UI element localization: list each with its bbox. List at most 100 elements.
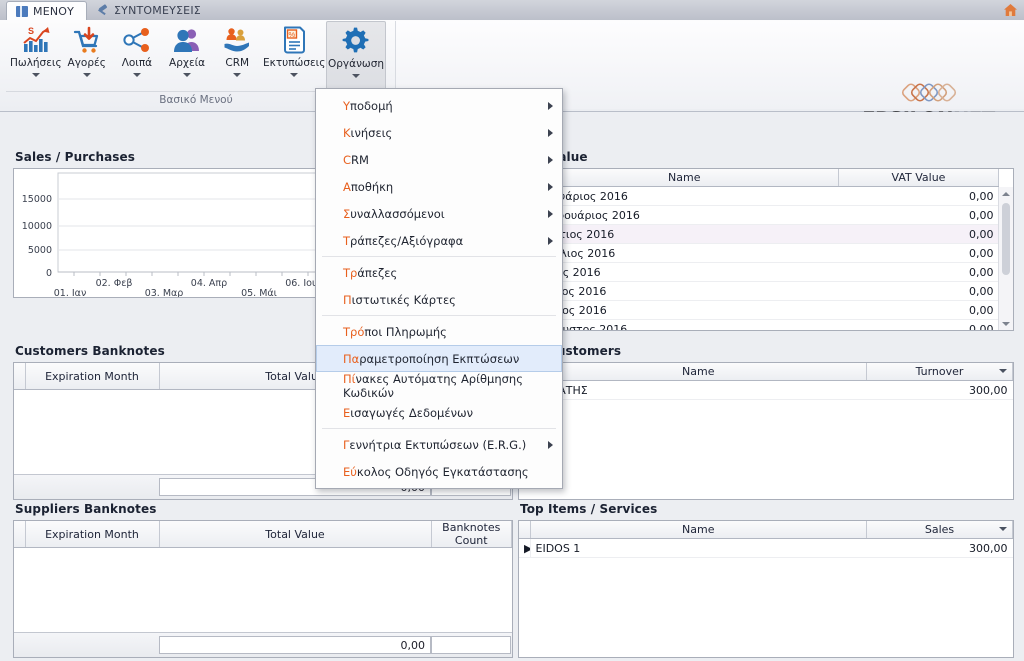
menu-item-eukolos-odigos[interactable]: Εύκολος Οδηγός Εγκατάστασης xyxy=(316,458,562,485)
sort-caret-icon[interactable] xyxy=(999,527,1007,531)
ribbon-button-purchases[interactable]: Αγορές xyxy=(62,21,112,91)
menu-item-synallassomenoi[interactable]: Συναλλασσόμενοι xyxy=(316,200,562,227)
table-row[interactable]: ▶ ΠΕΛΑΤΗΣ 300,00 xyxy=(519,380,1013,400)
menu-item-label: Πιστωτικές Κάρτες xyxy=(343,292,456,307)
table-row[interactable]: Μάιος 2016 0,00 xyxy=(519,262,999,282)
cb-col-expiration[interactable]: Expiration Month xyxy=(25,363,160,390)
vat-value-grid[interactable]: Name VAT Value Ιανουάριος 2016 0,00 Φεβρο… xyxy=(518,168,1014,331)
tab-menoy[interactable]: ΜΕΝΟΥ xyxy=(6,1,88,20)
submenu-arrow-icon xyxy=(548,209,553,218)
menu-item-ypodomi[interactable]: Υποδομή xyxy=(316,92,562,119)
cell-value: 0,00 xyxy=(838,224,999,244)
svg-text:S: S xyxy=(28,26,34,36)
svg-text:15000: 15000 xyxy=(22,194,52,205)
tc-col-name[interactable]: Name xyxy=(530,363,867,381)
chevron-down-icon[interactable] xyxy=(233,73,242,77)
scroll-down-arrow-icon[interactable] xyxy=(999,317,1013,330)
cell-value: 0,00 xyxy=(838,243,999,263)
top-customers-grid[interactable]: Name Turnover ▶ ΠΕΛΑΤΗΣ 300,00 xyxy=(518,362,1014,500)
ribbon-button-organization-label: Οργάνωση xyxy=(328,58,385,70)
total-spacer xyxy=(14,478,159,496)
home-icon[interactable] xyxy=(1003,3,1018,17)
menu-item-eisagoges-dedomenon[interactable]: Εισαγωγές Δεδομένων xyxy=(316,399,562,426)
svg-text:%: % xyxy=(289,30,296,39)
suppliers-banknotes-total-count[interactable] xyxy=(431,636,511,654)
table-row[interactable]: Μάρτιος 2016 0,00 xyxy=(519,224,999,244)
menu-item-gennitria-ektyposeon[interactable]: Γεννήτρια Εκτυπώσεων (E.R.G.) xyxy=(316,431,562,458)
table-row[interactable]: Ιανουάριος 2016 0,00 xyxy=(519,186,999,206)
table-row[interactable]: Ιούνιος 2016 0,00 xyxy=(519,281,999,301)
top-items-grid[interactable]: Name Sales ▶ EIDOS 1 300,00 xyxy=(518,520,1014,658)
ribbon-button-sales[interactable]: S Πωλήσεις xyxy=(10,21,62,91)
cell-name: Ιανουάριος 2016 xyxy=(530,186,839,206)
gear-icon xyxy=(342,27,369,53)
vat-col-name[interactable]: Name xyxy=(530,169,839,187)
vat-col-value[interactable]: VAT Value xyxy=(838,169,999,187)
ribbon-button-crm[interactable]: CRM xyxy=(212,21,262,91)
menu-separator xyxy=(322,256,556,257)
menu-item-kiniseis[interactable]: Κινήσεις xyxy=(316,119,562,146)
menu-item-parametropoiisi-ekptoseon[interactable]: Παραμετροποίηση Εκπτώσεων xyxy=(316,345,562,372)
menu-item-tropoi-pliromis[interactable]: Τρόποι Πληρωμής xyxy=(316,318,562,345)
ribbon-button-files[interactable]: Αρχεία xyxy=(162,21,212,91)
ribbon-button-printouts[interactable]: % Εκτυπώσεις xyxy=(262,21,326,91)
table-row[interactable]: Ιούλιος 2016 0,00 xyxy=(519,300,999,320)
menu-item-pinakes-arithmisis[interactable]: Πίνακες Αυτόματης Αρίθμησης Κωδικών xyxy=(316,371,562,400)
scroll-up-arrow-icon[interactable] xyxy=(999,187,1013,200)
chevron-down-icon[interactable] xyxy=(132,73,141,77)
menu-item-apothiki[interactable]: Αποθήκη xyxy=(316,173,562,200)
chevron-down-icon[interactable] xyxy=(31,73,40,77)
ribbon-button-organization[interactable]: Οργάνωση xyxy=(326,21,386,91)
ribbon-button-other[interactable]: Λοιπά xyxy=(112,21,162,91)
chevron-down-icon[interactable] xyxy=(352,74,361,78)
table-row[interactable]: Αύγουστος 2016 0,00 xyxy=(519,319,999,330)
suppliers-banknotes-grid[interactable]: Expiration Month Total Value Banknotes C… xyxy=(13,520,513,658)
panel-top-customers: Top Customers Name Turnover ▶ xyxy=(518,344,1014,500)
menu-item-label: Πίνακες Αυτόματης Αρίθμησης Κωδικών xyxy=(343,371,523,400)
table-row[interactable]: Απρίλιος 2016 0,00 xyxy=(519,243,999,263)
cell-name: Φεβρουάριος 2016 xyxy=(530,205,839,225)
vat-value-body: Ιανουάριος 2016 0,00 Φεβρουάριος 2016 0,00… xyxy=(519,186,999,330)
menu-item-pistotikes-kartes[interactable]: Πιστωτικές Κάρτες xyxy=(316,286,562,313)
tc-col-turnover[interactable]: Turnover xyxy=(866,363,1013,381)
sb-col-total[interactable]: Total Value xyxy=(159,521,432,548)
submenu-arrow-icon xyxy=(548,128,553,137)
panel-suppliers-banknotes: Suppliers Banknotes Expiration Month Tot… xyxy=(13,502,513,658)
menu-item-crm[interactable]: CRM xyxy=(316,146,562,173)
ti-col-name[interactable]: Name xyxy=(530,521,867,539)
chevron-down-icon[interactable] xyxy=(290,73,299,77)
table-row[interactable]: Φεβρουάριος 2016 0,00 xyxy=(519,205,999,225)
cell-value: 0,00 xyxy=(838,205,999,225)
tab-syntomeyseis[interactable]: ΣΥΝΤΟΜΕΥΣΕΙΣ xyxy=(88,1,213,20)
cell-name: Αύγουστος 2016 xyxy=(530,319,839,330)
submenu-arrow-icon xyxy=(548,440,553,449)
menu-item-label: Εισαγωγές Δεδομένων xyxy=(343,405,474,420)
organization-dropdown-menu[interactable]: Υποδομή Κινήσεις CRM Αποθήκη Συναλλασσόμ… xyxy=(315,88,563,489)
submenu-arrow-icon xyxy=(548,236,553,245)
sb-col-count[interactable]: Banknotes Count xyxy=(431,521,512,548)
people-icon xyxy=(174,29,200,52)
top-items-header-row: Name Sales xyxy=(519,521,1013,539)
menu-item-label: Παραμετροποίηση Εκπτώσεων xyxy=(343,351,520,366)
vat-value-scrollbar[interactable] xyxy=(998,187,1013,330)
cell-name: Μάιος 2016 xyxy=(530,262,839,282)
menu-item-label: CRM xyxy=(343,152,369,167)
sb-col-expiration[interactable]: Expiration Month xyxy=(25,521,160,548)
menu-item-label: Συναλλασσόμενοι xyxy=(343,206,445,221)
ribbon-button-crm-label: CRM xyxy=(225,57,250,69)
chevron-down-icon[interactable] xyxy=(183,73,192,77)
sort-caret-icon[interactable] xyxy=(999,369,1007,373)
panel-top-items-title: Top Items / Services xyxy=(520,502,658,516)
menu-item-trapezes-axiografa[interactable]: Τράπεζες/Αξιόγραφα xyxy=(316,227,562,254)
menu-item-trapezes[interactable]: Τράπεζες xyxy=(316,259,562,286)
panel-vat-value-title: VAT Value xyxy=(520,150,588,164)
suppliers-banknotes-total-value[interactable]: 0,00 xyxy=(159,636,431,654)
scrollbar-thumb[interactable] xyxy=(1002,203,1010,275)
cell-value: 0,00 xyxy=(838,262,999,282)
ti-col-sales[interactable]: Sales xyxy=(866,521,1013,539)
chevron-down-icon[interactable] xyxy=(82,73,91,77)
table-row[interactable]: ▶ EIDOS 1 300,00 xyxy=(519,538,1013,558)
sales-chart-icon: S xyxy=(23,26,50,52)
panel-vat-value: VAT Value Name VAT Value Ιαν xyxy=(518,150,1014,331)
row-indicator-header xyxy=(14,363,26,390)
